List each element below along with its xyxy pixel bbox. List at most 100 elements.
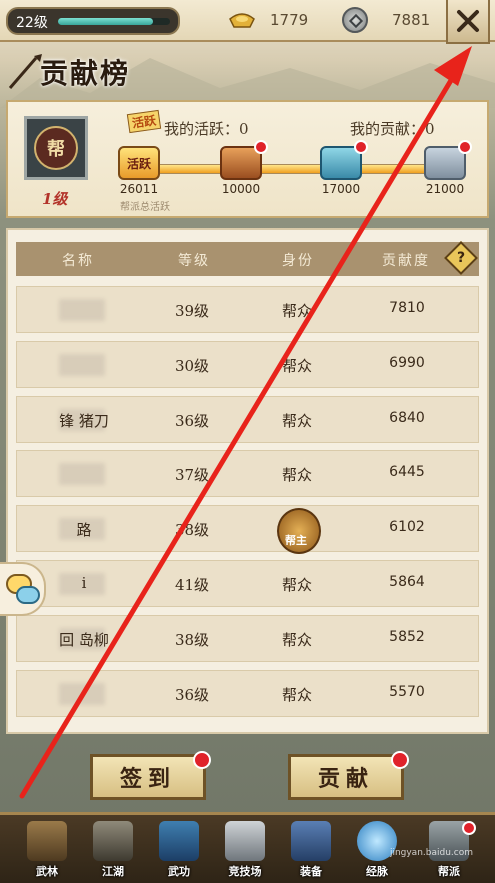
milestone-value: 10000 bbox=[221, 182, 261, 196]
nav-label: 武功 bbox=[168, 865, 190, 878]
activity-progress-fill bbox=[131, 165, 461, 173]
milestone-chest-2[interactable]: 17000 bbox=[314, 140, 368, 196]
table-row[interactable]: 39级 帮众 7810 bbox=[16, 286, 479, 333]
member-name: 路 bbox=[76, 521, 92, 540]
guild-leader-badge-icon: 帮主 bbox=[277, 508, 321, 555]
nav-label: 竞技场 bbox=[228, 865, 262, 878]
table-row[interactable]: 37级 帮众 6445 bbox=[16, 450, 479, 498]
guild-emblem-glyph: 帮 bbox=[34, 126, 78, 170]
nav-wulin[interactable]: 武林 bbox=[18, 821, 76, 881]
milestone-chest-1[interactable]: 10000 bbox=[214, 140, 268, 196]
table-header: 名称 等级 身份 贡献度 ? bbox=[16, 241, 479, 276]
member-level: 36级 bbox=[174, 685, 210, 704]
table-row[interactable]: i 41级 帮众 5864 bbox=[16, 560, 479, 607]
nav-label: 江湖 bbox=[102, 865, 124, 878]
nav-jianghu[interactable]: 江湖 bbox=[84, 821, 142, 881]
name-redaction bbox=[59, 299, 105, 321]
help-button[interactable]: ? bbox=[444, 241, 478, 275]
my-activity: 我的活跃：0 bbox=[164, 120, 249, 138]
member-role: 帮众 bbox=[281, 685, 312, 704]
silver-chest-icon bbox=[424, 140, 472, 180]
gold-amount: 1779 bbox=[270, 11, 309, 29]
member-level: 38级 bbox=[174, 630, 210, 649]
activity-badge: 活跃 bbox=[126, 109, 162, 134]
member-role: 帮众 bbox=[281, 466, 312, 485]
scroll-icon bbox=[159, 821, 199, 861]
notification-dot bbox=[458, 140, 472, 154]
notification-dot bbox=[254, 140, 268, 154]
nav-arena[interactable]: 竞技场 bbox=[216, 821, 274, 881]
table-row[interactable]: 30级 帮众 6990 bbox=[16, 340, 479, 388]
help-icon: ? bbox=[456, 250, 466, 266]
activity-panel: 帮 1级 活跃 我的活跃：0 我的贡献：0 活跃 26011 10000 170… bbox=[6, 100, 489, 218]
milestone-chest-3[interactable]: 21000 bbox=[418, 140, 472, 196]
nav-label: 帮派 bbox=[438, 865, 460, 878]
signin-label: 签到 bbox=[119, 766, 176, 792]
contribution-table[interactable]: 名称 等级 身份 贡献度 ? 39级 帮众 7810 30级 帮众 6990 锋 猪刀 36级… bbox=[6, 228, 489, 734]
col-points-header: 贡献度 bbox=[382, 253, 430, 269]
table-row[interactable]: 回 岛柳 38级 帮众 5852 bbox=[16, 614, 479, 662]
chat-button[interactable] bbox=[0, 562, 46, 616]
contribute-button[interactable]: 贡献 bbox=[288, 751, 409, 800]
member-level: 41级 bbox=[174, 576, 210, 594]
guild-total-activity-caption: 帮派总活跃 bbox=[120, 202, 170, 213]
table-row[interactable]: 锋 猪刀 36级 帮众 6840 bbox=[16, 395, 479, 443]
nav-wugong[interactable]: 武功 bbox=[150, 821, 208, 881]
nav-label: 装备 bbox=[300, 865, 322, 878]
col-name-header: 名称 bbox=[62, 253, 94, 269]
top-bar: 22级 1779 7881 bbox=[0, 0, 495, 44]
close-icon bbox=[457, 10, 479, 32]
member-contribution: 5864 bbox=[389, 574, 425, 590]
coin-icon bbox=[342, 7, 368, 33]
member-contribution: 6840 bbox=[389, 409, 425, 426]
chat-bubble-icon-secondary bbox=[16, 586, 40, 604]
col-level-header: 等级 bbox=[178, 253, 210, 269]
milestone-value: 21000 bbox=[425, 182, 465, 196]
name-redaction bbox=[59, 353, 105, 376]
member-contribution: 5570 bbox=[389, 683, 425, 700]
name-redaction bbox=[59, 463, 105, 486]
member-contribution: 6445 bbox=[389, 464, 425, 481]
member-role: 帮众 bbox=[281, 302, 312, 320]
guild-emblem[interactable]: 帮 bbox=[24, 116, 88, 180]
watermark: jingyan.baidu.com bbox=[389, 848, 473, 858]
member-level: 38级 bbox=[174, 521, 210, 540]
nav-equipment[interactable]: 装备 bbox=[282, 821, 340, 881]
nav-label: 武林 bbox=[36, 865, 58, 878]
my-contribution: 我的贡献：0 bbox=[350, 120, 435, 138]
notification-dot bbox=[193, 751, 211, 769]
name-redaction bbox=[59, 682, 105, 705]
player-level: 22级 bbox=[16, 15, 48, 31]
coin-amount: 7881 bbox=[392, 11, 431, 29]
member-role: 帮众 bbox=[281, 630, 312, 649]
gold-ingot-icon bbox=[229, 13, 255, 28]
activity-progress-bar bbox=[130, 164, 462, 174]
crossed-swords-icon bbox=[225, 821, 265, 861]
table-row[interactable]: 36级 帮众 5570 bbox=[16, 669, 479, 717]
member-role: 帮主 bbox=[285, 534, 307, 548]
member-contribution: 6102 bbox=[389, 519, 425, 536]
contribute-label: 贡献 bbox=[317, 766, 374, 792]
member-name: 回 岛柳 bbox=[59, 630, 109, 649]
gold-chest-icon bbox=[220, 140, 268, 180]
table-row[interactable]: 路 38级帮主 6102 bbox=[16, 505, 479, 555]
signin-button[interactable]: 签到 bbox=[90, 751, 211, 800]
member-contribution: 6990 bbox=[389, 354, 425, 371]
notification-dot bbox=[462, 821, 476, 835]
gold-currency: 1779 bbox=[228, 8, 308, 32]
swordsman-icon bbox=[93, 821, 133, 861]
guild-level: 1级 bbox=[42, 190, 68, 208]
xp-bar bbox=[58, 18, 170, 25]
player-level-box: 22级 bbox=[6, 7, 180, 35]
member-name: 锋 猪刀 bbox=[59, 411, 109, 430]
member-level: 37级 bbox=[174, 466, 210, 485]
page-title: 贡献榜 bbox=[40, 57, 131, 90]
col-role-header: 身份 bbox=[282, 253, 314, 269]
blue-chest-icon bbox=[320, 140, 368, 180]
coin-currency: 7881 bbox=[342, 7, 431, 33]
member-contribution: 7810 bbox=[389, 300, 425, 316]
member-level: 30级 bbox=[174, 356, 210, 375]
close-button[interactable] bbox=[446, 0, 490, 44]
current-activity-value: 26011 bbox=[119, 182, 159, 196]
milestone-value: 17000 bbox=[321, 182, 361, 196]
